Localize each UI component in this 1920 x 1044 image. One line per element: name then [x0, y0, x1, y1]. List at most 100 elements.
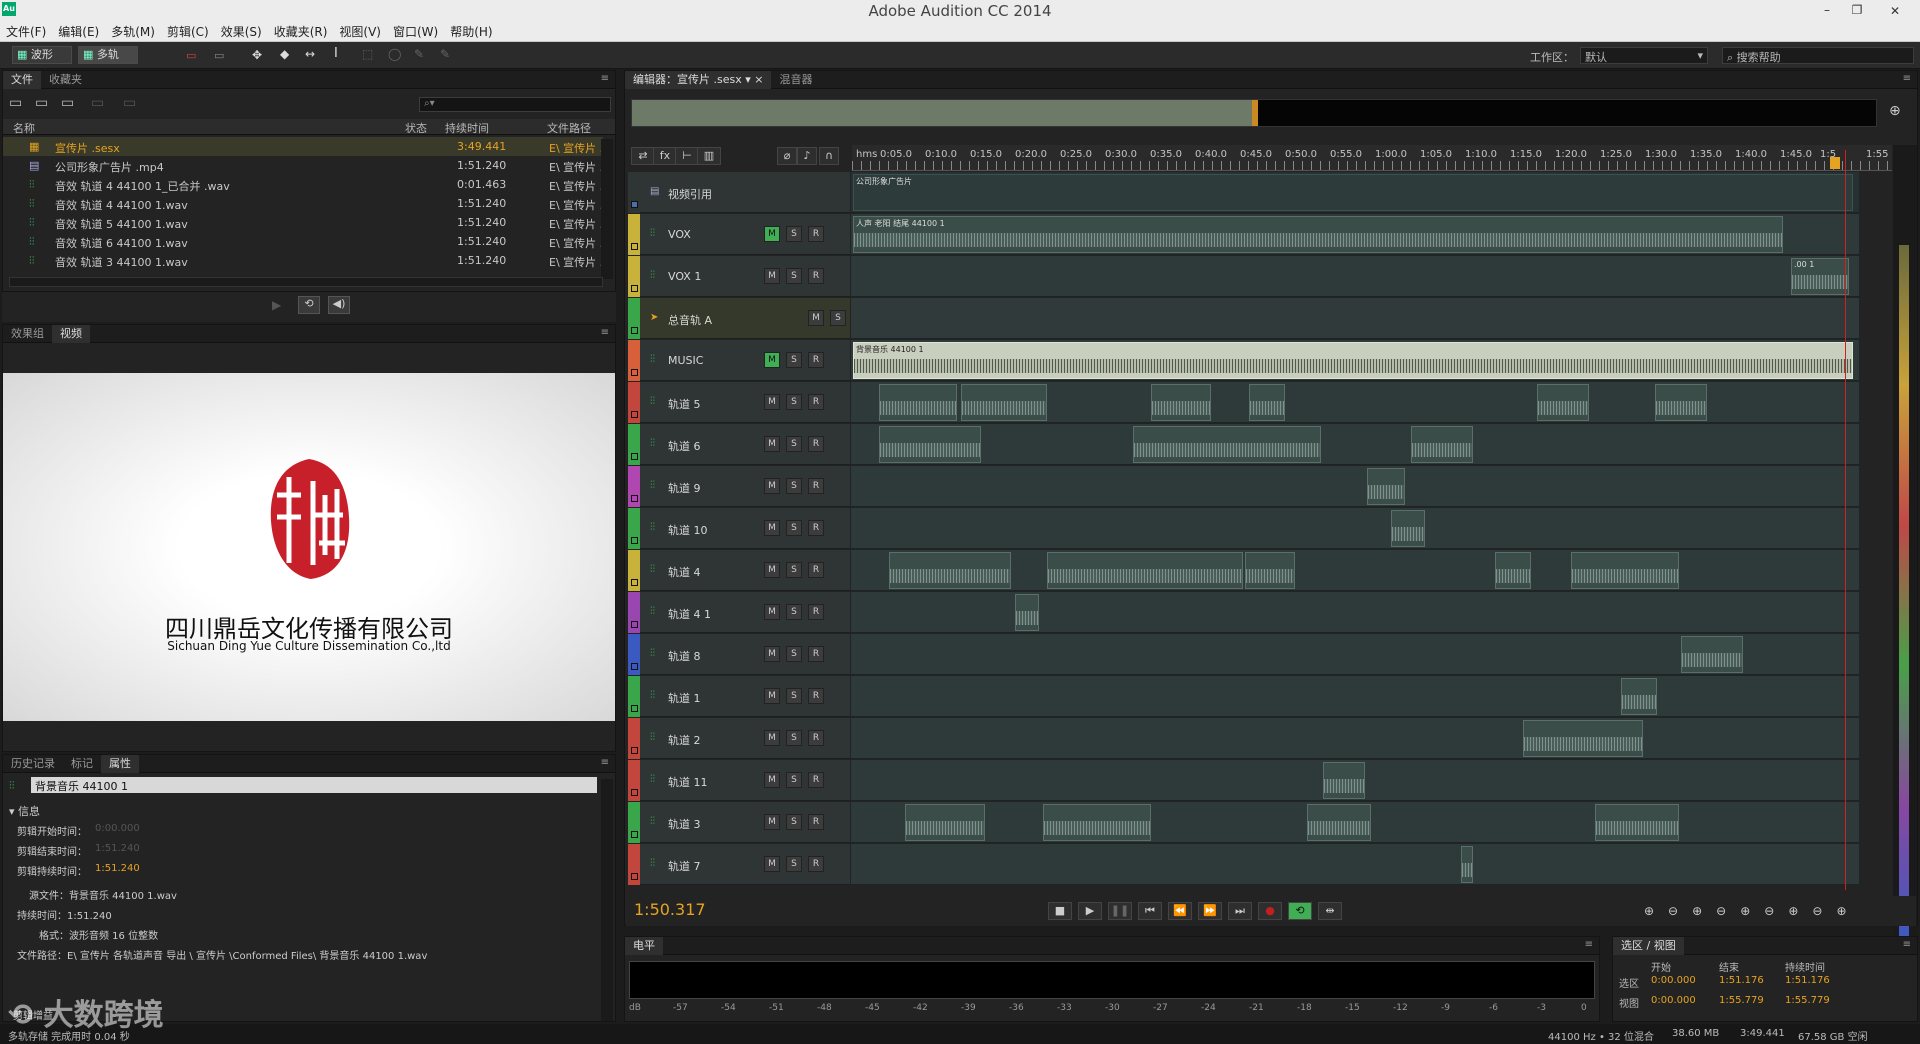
list-item[interactable]: ▦ 宣传片 .sesx 3:49.441 E\ 宣传片 .: [3, 137, 603, 156]
tab-favorites[interactable]: 收藏夹: [41, 71, 90, 89]
clip[interactable]: [1621, 678, 1657, 715]
track-lane[interactable]: [851, 634, 1859, 675]
clip[interactable]: [1655, 384, 1707, 421]
menu-file[interactable]: 文件(F): [0, 22, 52, 42]
track-header[interactable]: ➤ 总音轨 AMS: [628, 298, 850, 339]
track-lane[interactable]: 公司形象广告片: [851, 172, 1859, 213]
track-lane[interactable]: [851, 760, 1859, 801]
brush-tool-icon[interactable]: ✎: [414, 47, 424, 61]
clip[interactable]: [1595, 804, 1679, 841]
playhead-handle[interactable]: [1830, 157, 1840, 169]
menu-multitrack[interactable]: 多轨(M): [105, 22, 161, 42]
column-path[interactable]: 文件路径: [547, 120, 591, 136]
fx-icon[interactable]: fx: [653, 147, 677, 165]
track-header[interactable]: ⫶⫶ MUSIC M S R: [628, 340, 850, 381]
menu-effects[interactable]: 效果(S): [215, 22, 268, 42]
solo-button[interactable]: S: [786, 814, 802, 830]
pause-icon[interactable]: ❚❚: [1108, 902, 1132, 920]
info-section-toggle[interactable]: ▾ 信息: [9, 803, 40, 819]
view-duration[interactable]: 1:55.779: [1785, 995, 1830, 1006]
solo-button[interactable]: S: [786, 688, 802, 704]
panel-menu-icon[interactable]: ≡: [601, 327, 609, 338]
clip-video[interactable]: 公司形象广告片: [853, 174, 1853, 211]
selection-end[interactable]: 1:51.176: [1719, 975, 1764, 986]
menu-view[interactable]: 视图(V): [333, 22, 387, 42]
record-arm-button[interactable]: R: [808, 772, 824, 788]
playhead-line[interactable]: [1845, 150, 1846, 890]
mute-button[interactable]: M: [764, 730, 780, 746]
razor-tool-icon[interactable]: ◆: [280, 47, 289, 61]
record-arm-button[interactable]: R: [808, 268, 824, 284]
skip-selection-icon[interactable]: ⇹: [1318, 902, 1342, 920]
maximize-button[interactable]: ❐: [1848, 1, 1866, 19]
clip[interactable]: [1151, 384, 1211, 421]
clip[interactable]: [889, 552, 1011, 589]
track-header[interactable]: ⫶⫶ VOX 1MSR: [628, 256, 850, 297]
track-lane[interactable]: [851, 844, 1859, 885]
tab-levels[interactable]: 电平: [625, 937, 663, 955]
track-header[interactable]: ⫶⫶ 轨道 4MSR: [628, 550, 850, 591]
clip-music-selected[interactable]: 背景音乐 44100 1: [853, 342, 1853, 379]
tab-mixer[interactable]: 混音器: [771, 71, 820, 89]
list-item[interactable]: ▤ 公司形象广告片 .mp4 1:51.240 E\ 宣传片 .: [3, 156, 603, 175]
solo-button[interactable]: S: [786, 562, 802, 578]
record-arm-button[interactable]: R: [808, 520, 824, 536]
tab-markers[interactable]: 标记: [63, 755, 101, 773]
monitor-icon[interactable]: ⌀: [777, 147, 797, 165]
tab-history[interactable]: 历史记录: [3, 755, 63, 773]
clip[interactable]: [879, 426, 981, 463]
track-header[interactable]: ⫶⫶ 轨道 2MSR: [628, 718, 850, 759]
overview-view-range[interactable]: [632, 100, 1258, 126]
track-header[interactable]: ⫶⫶ 轨道 8MSR: [628, 634, 850, 675]
clip[interactable]: [1133, 426, 1321, 463]
solo-button[interactable]: S: [786, 856, 802, 872]
record-arm-button[interactable]: R: [808, 730, 824, 746]
track-lane[interactable]: 背景音乐 44100 1: [851, 340, 1859, 381]
multitrack-view-button[interactable]: ▦ 多轨: [78, 46, 138, 64]
menu-window[interactable]: 窗口(W): [387, 22, 444, 42]
track-header[interactable]: ⫶⫶ 轨道 3MSR: [628, 802, 850, 843]
track-header[interactable]: ⫶⫶ 轨道 4 1MSR: [628, 592, 850, 633]
column-name[interactable]: 名称: [13, 120, 35, 136]
fast-forward-icon[interactable]: ⏩: [1198, 902, 1222, 920]
record-arm-button[interactable]: R: [808, 436, 824, 452]
solo-button[interactable]: S: [830, 310, 846, 326]
tab-editor[interactable]: 编辑器：宣传片 .sesx ▾ ×: [625, 71, 772, 89]
clip[interactable]: [1537, 384, 1589, 421]
mute-button[interactable]: M: [764, 856, 780, 872]
tab-video[interactable]: 视频: [52, 325, 90, 343]
move-tool-icon[interactable]: ✥: [252, 48, 262, 62]
play-preview-icon[interactable]: ▶: [272, 298, 281, 312]
solo-button[interactable]: S: [786, 772, 802, 788]
panel-menu-icon[interactable]: ≡: [1903, 939, 1911, 950]
marquee-tool-icon[interactable]: ⬚: [362, 47, 373, 61]
mute-button[interactable]: M: [764, 226, 780, 242]
clip[interactable]: [1307, 804, 1371, 841]
solo-button[interactable]: S: [786, 730, 802, 746]
mute-button[interactable]: M: [764, 688, 780, 704]
time-ruler[interactable]: hms 0:05.0 0:10.0 0:15.0 0:20.0 0:25.0 0…: [852, 145, 1892, 171]
solo-button[interactable]: S: [786, 436, 802, 452]
clip[interactable]: [1015, 594, 1039, 631]
panel-menu-icon[interactable]: ≡: [601, 73, 609, 84]
solo-button[interactable]: S: [786, 268, 802, 284]
zoom-center-icon[interactable]: ⊕: [1889, 103, 1901, 119]
record-arm-button[interactable]: R: [808, 352, 824, 368]
clip[interactable]: [1523, 720, 1643, 757]
track-lane[interactable]: [851, 676, 1859, 717]
track-header[interactable]: ⫶⫶ 轨道 1MSR: [628, 676, 850, 717]
mute-button[interactable]: M: [764, 562, 780, 578]
mute-button[interactable]: M: [764, 394, 780, 410]
track-lane[interactable]: [851, 466, 1859, 507]
track-header[interactable]: ⫶⫶ 轨道 7MSR: [628, 844, 850, 885]
menu-clip[interactable]: 剪辑(C): [161, 22, 215, 42]
record-arm-button[interactable]: R: [808, 562, 824, 578]
lasso-tool-icon[interactable]: ◯: [388, 47, 401, 61]
go-to-start-icon[interactable]: ⏮: [1138, 902, 1162, 920]
mute-button[interactable]: M: [764, 646, 780, 662]
clip-name-field[interactable]: 背景音乐 44100 1: [31, 777, 597, 793]
overview-bar[interactable]: [631, 99, 1877, 127]
record-arm-button[interactable]: R: [808, 646, 824, 662]
track-lane[interactable]: [851, 718, 1859, 759]
menu-edit[interactable]: 编辑(E): [52, 22, 105, 42]
